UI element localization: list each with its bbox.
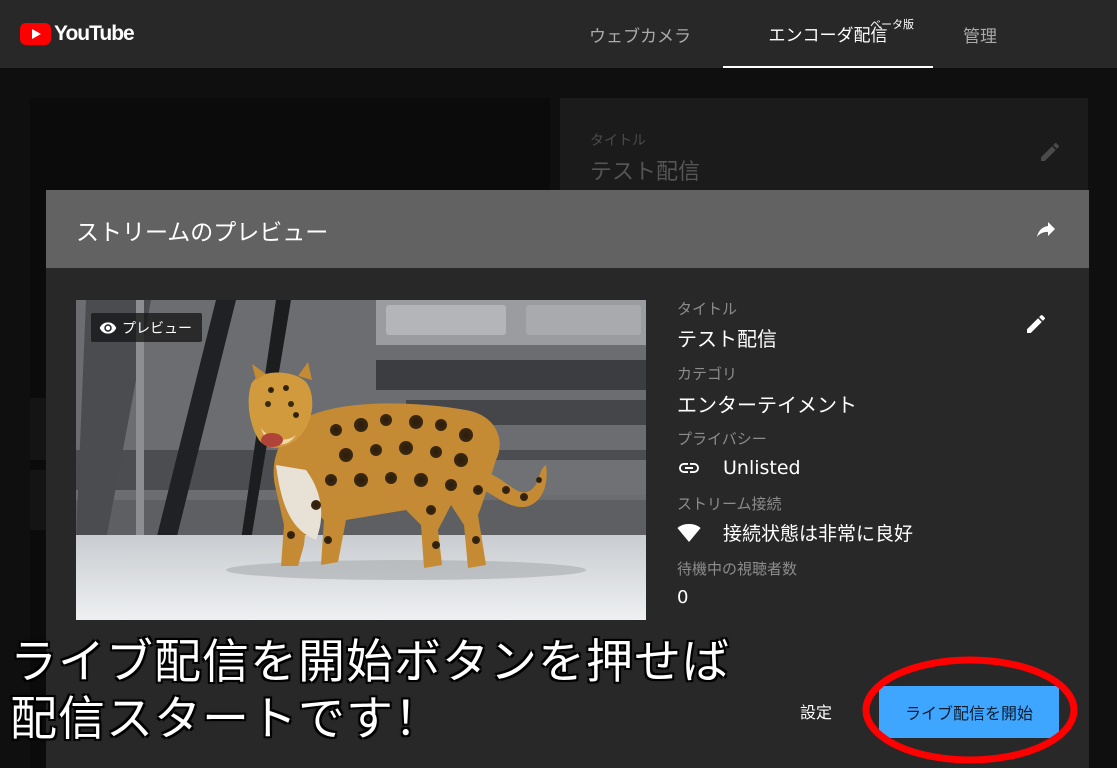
preview-frame-image bbox=[76, 300, 646, 620]
category-label: カテゴリ bbox=[677, 365, 738, 383]
eye-icon bbox=[99, 321, 117, 334]
privacy-value: Unlisted bbox=[723, 457, 801, 479]
background-strip bbox=[30, 398, 46, 460]
wifi-icon bbox=[677, 523, 701, 542]
pencil-icon bbox=[1041, 142, 1060, 161]
category-value: エンターテイメント bbox=[677, 393, 857, 417]
stream-preview-video: プレビュー bbox=[76, 300, 646, 620]
top-bar: YouTube ウェブカメラ エンコーダ配信 ベータ版 管理 bbox=[0, 0, 1117, 68]
background-title-label: タイトル bbox=[590, 133, 646, 149]
connection-value: 接続状態は非常に良好 bbox=[723, 523, 914, 545]
share-arrow-icon[interactable] bbox=[1033, 217, 1059, 241]
tab-encoder[interactable]: エンコーダ配信 bbox=[723, 0, 933, 68]
annotation-line-1: ライブ配信を開始ボタンを押せば bbox=[10, 635, 730, 690]
tab-manage[interactable]: 管理 bbox=[945, 0, 1015, 68]
viewers-label: 待機中の視聴者数 bbox=[677, 560, 798, 578]
preview-badge-label: プレビュー bbox=[122, 320, 192, 337]
pencil-icon[interactable] bbox=[1024, 312, 1048, 336]
highlight-ellipse bbox=[862, 656, 1078, 764]
privacy-row: Unlisted bbox=[677, 456, 801, 480]
youtube-logo-icon bbox=[20, 23, 51, 45]
connection-label: ストリーム接続 bbox=[677, 495, 782, 513]
beta-badge: ベータ版 bbox=[870, 18, 914, 31]
settings-button[interactable]: 設定 bbox=[781, 696, 851, 726]
link-icon bbox=[679, 463, 699, 473]
title-value: テスト配信 bbox=[677, 327, 777, 351]
viewers-value: 0 bbox=[677, 587, 689, 608]
tab-webcam[interactable]: ウェブカメラ bbox=[570, 0, 710, 68]
title-label: タイトル bbox=[677, 300, 738, 318]
background-strip bbox=[30, 470, 46, 530]
privacy-label: プライバシー bbox=[677, 430, 767, 448]
connection-row: 接続状態は非常に良好 bbox=[677, 519, 913, 546]
preview-badge: プレビュー bbox=[91, 313, 202, 342]
annotation-line-2: 配信スタートです！ bbox=[10, 692, 442, 747]
logo-text: YouTube bbox=[54, 22, 135, 45]
annotation-caption: ライブ配信を開始ボタンを押せば 配信スタートです！ bbox=[10, 634, 730, 748]
dialog-title: ストリームのプレビュー bbox=[76, 220, 329, 246]
dialog-header: ストリームのプレビュー bbox=[46, 190, 1089, 268]
background-title-value: テスト配信 bbox=[590, 160, 701, 185]
youtube-logo[interactable]: YouTube bbox=[20, 22, 135, 46]
background-info-card: タイトル テスト配信 bbox=[560, 98, 1088, 198]
